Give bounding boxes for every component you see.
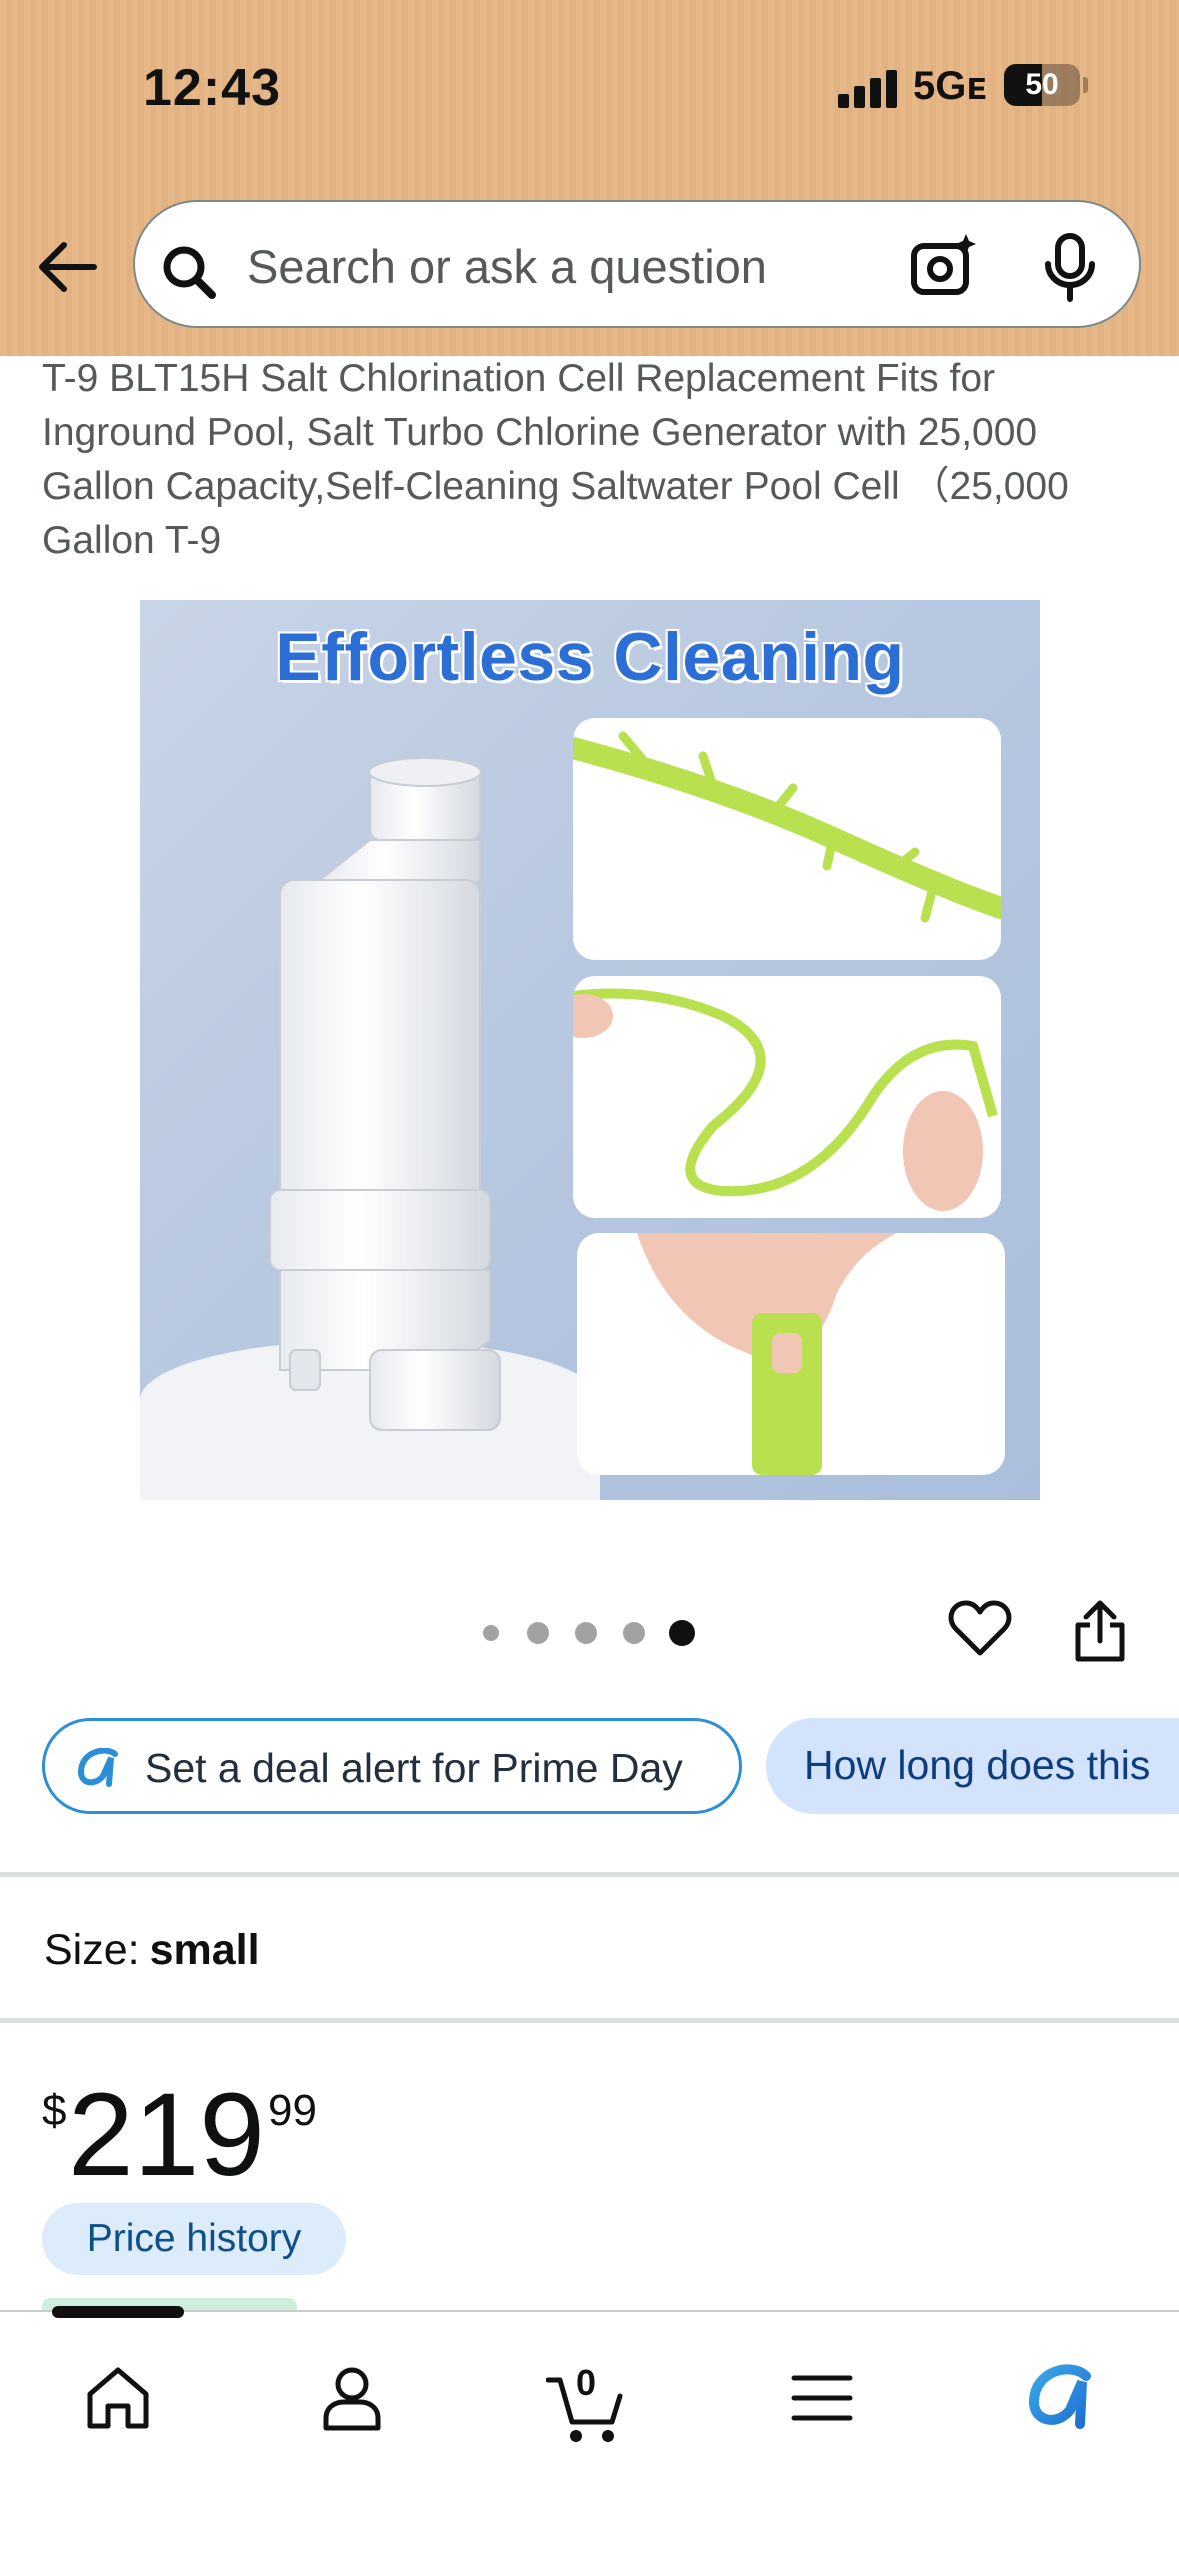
carousel-dot-active[interactable] [669, 1620, 695, 1646]
battery-icon: 50 [1004, 64, 1080, 106]
price-whole: 219 [68, 2069, 265, 2201]
battery-tip [1083, 77, 1088, 93]
image-panel-hand [577, 1233, 1005, 1475]
carousel-dot[interactable] [483, 1625, 499, 1641]
search-icon [159, 242, 219, 302]
search-input[interactable] [247, 236, 897, 296]
suggested-question-label: How long does this [804, 1742, 1151, 1788]
share-icon[interactable] [1072, 1597, 1128, 1663]
salt-cell-illustration [269, 757, 501, 1431]
rufus-icon [75, 1747, 121, 1788]
account-icon [323, 2367, 381, 2431]
size-value: small [149, 1926, 260, 1974]
tab-rufus[interactable] [1008, 2348, 1108, 2448]
rufus-icon [1028, 2364, 1091, 2429]
status-time: 12:43 [143, 59, 281, 117]
image-panel-brush [573, 718, 1001, 960]
price-currency: $ [42, 2086, 67, 2135]
bottom-tab-bar: 0 [0, 2306, 1179, 2556]
camera-search-icon[interactable] [908, 232, 978, 302]
cellular-signal-icon [838, 68, 898, 108]
section-divider [0, 1872, 1179, 1877]
menu-icon [791, 2375, 853, 2421]
tab-menu[interactable] [772, 2348, 872, 2448]
deal-alert-label: Set a deal alert for Prime Day [145, 1745, 683, 1791]
battery-level: 50 [1025, 68, 1059, 101]
active-tab-indicator [52, 2306, 184, 2318]
product-image[interactable]: Effortless Cleaning [140, 600, 1040, 1500]
price-history-button[interactable]: Price history [42, 2203, 346, 2275]
home-icon [87, 2367, 149, 2429]
search-bar[interactable] [133, 200, 1141, 328]
carousel-dot[interactable] [623, 1622, 645, 1644]
cart-icon [546, 2377, 623, 2442]
tab-home[interactable] [68, 2348, 168, 2448]
size-selector[interactable]: Size: small [44, 1926, 260, 1975]
section-divider [0, 2018, 1179, 2023]
microphone-icon[interactable] [1040, 232, 1100, 302]
tab-cart[interactable]: 0 [536, 2348, 636, 2448]
network-type: 5Gᴇ [913, 64, 987, 108]
back-arrow-icon[interactable] [34, 232, 104, 302]
size-label: Size: [44, 1926, 140, 1974]
image-headline: Effortless Cleaning [275, 619, 905, 695]
price-fraction: 99 [268, 2086, 317, 2135]
image-panel-coil [573, 976, 1001, 1218]
suggested-question-chip[interactable]: How long does this [766, 1718, 1179, 1814]
carousel-dot[interactable] [527, 1622, 549, 1644]
carousel-dot[interactable] [575, 1622, 597, 1644]
product-title[interactable]: T-9 BLT15H Salt Chlorination Cell Replac… [42, 352, 1152, 568]
deal-alert-chip[interactable]: Set a deal alert for Prime Day [42, 1718, 742, 1814]
heart-icon[interactable] [948, 1597, 1012, 1661]
header: 12:43 5Gᴇ 50 [0, 0, 1179, 356]
tab-account[interactable] [302, 2348, 402, 2448]
